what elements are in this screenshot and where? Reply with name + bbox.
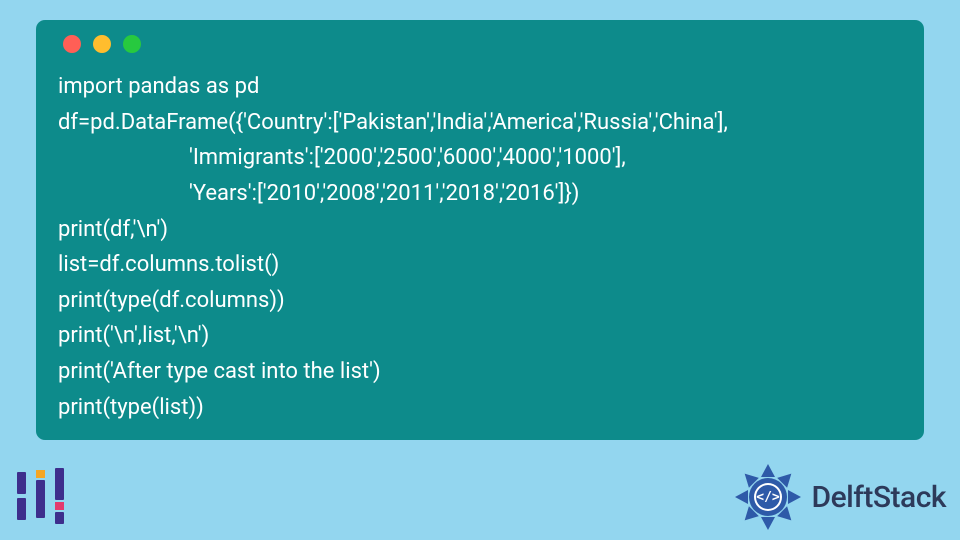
code-block: import pandas as pd df=pd.DataFrame({'Co… [36, 20, 924, 440]
brand-logo: </> DelftStack [733, 462, 946, 532]
minimize-icon [93, 35, 111, 53]
svg-text:</>: </> [757, 490, 781, 505]
brand-emblem-icon: </> [733, 462, 803, 532]
code-content: import pandas as pd df=pd.DataFrame({'Co… [58, 69, 902, 425]
zoom-icon [123, 35, 141, 53]
page-canvas: import pandas as pd df=pd.DataFrame({'Co… [0, 0, 960, 540]
window-controls [63, 35, 902, 53]
publisher-logo-left [8, 462, 76, 530]
close-icon [63, 35, 81, 53]
brand-name: DelftStack [811, 480, 946, 515]
